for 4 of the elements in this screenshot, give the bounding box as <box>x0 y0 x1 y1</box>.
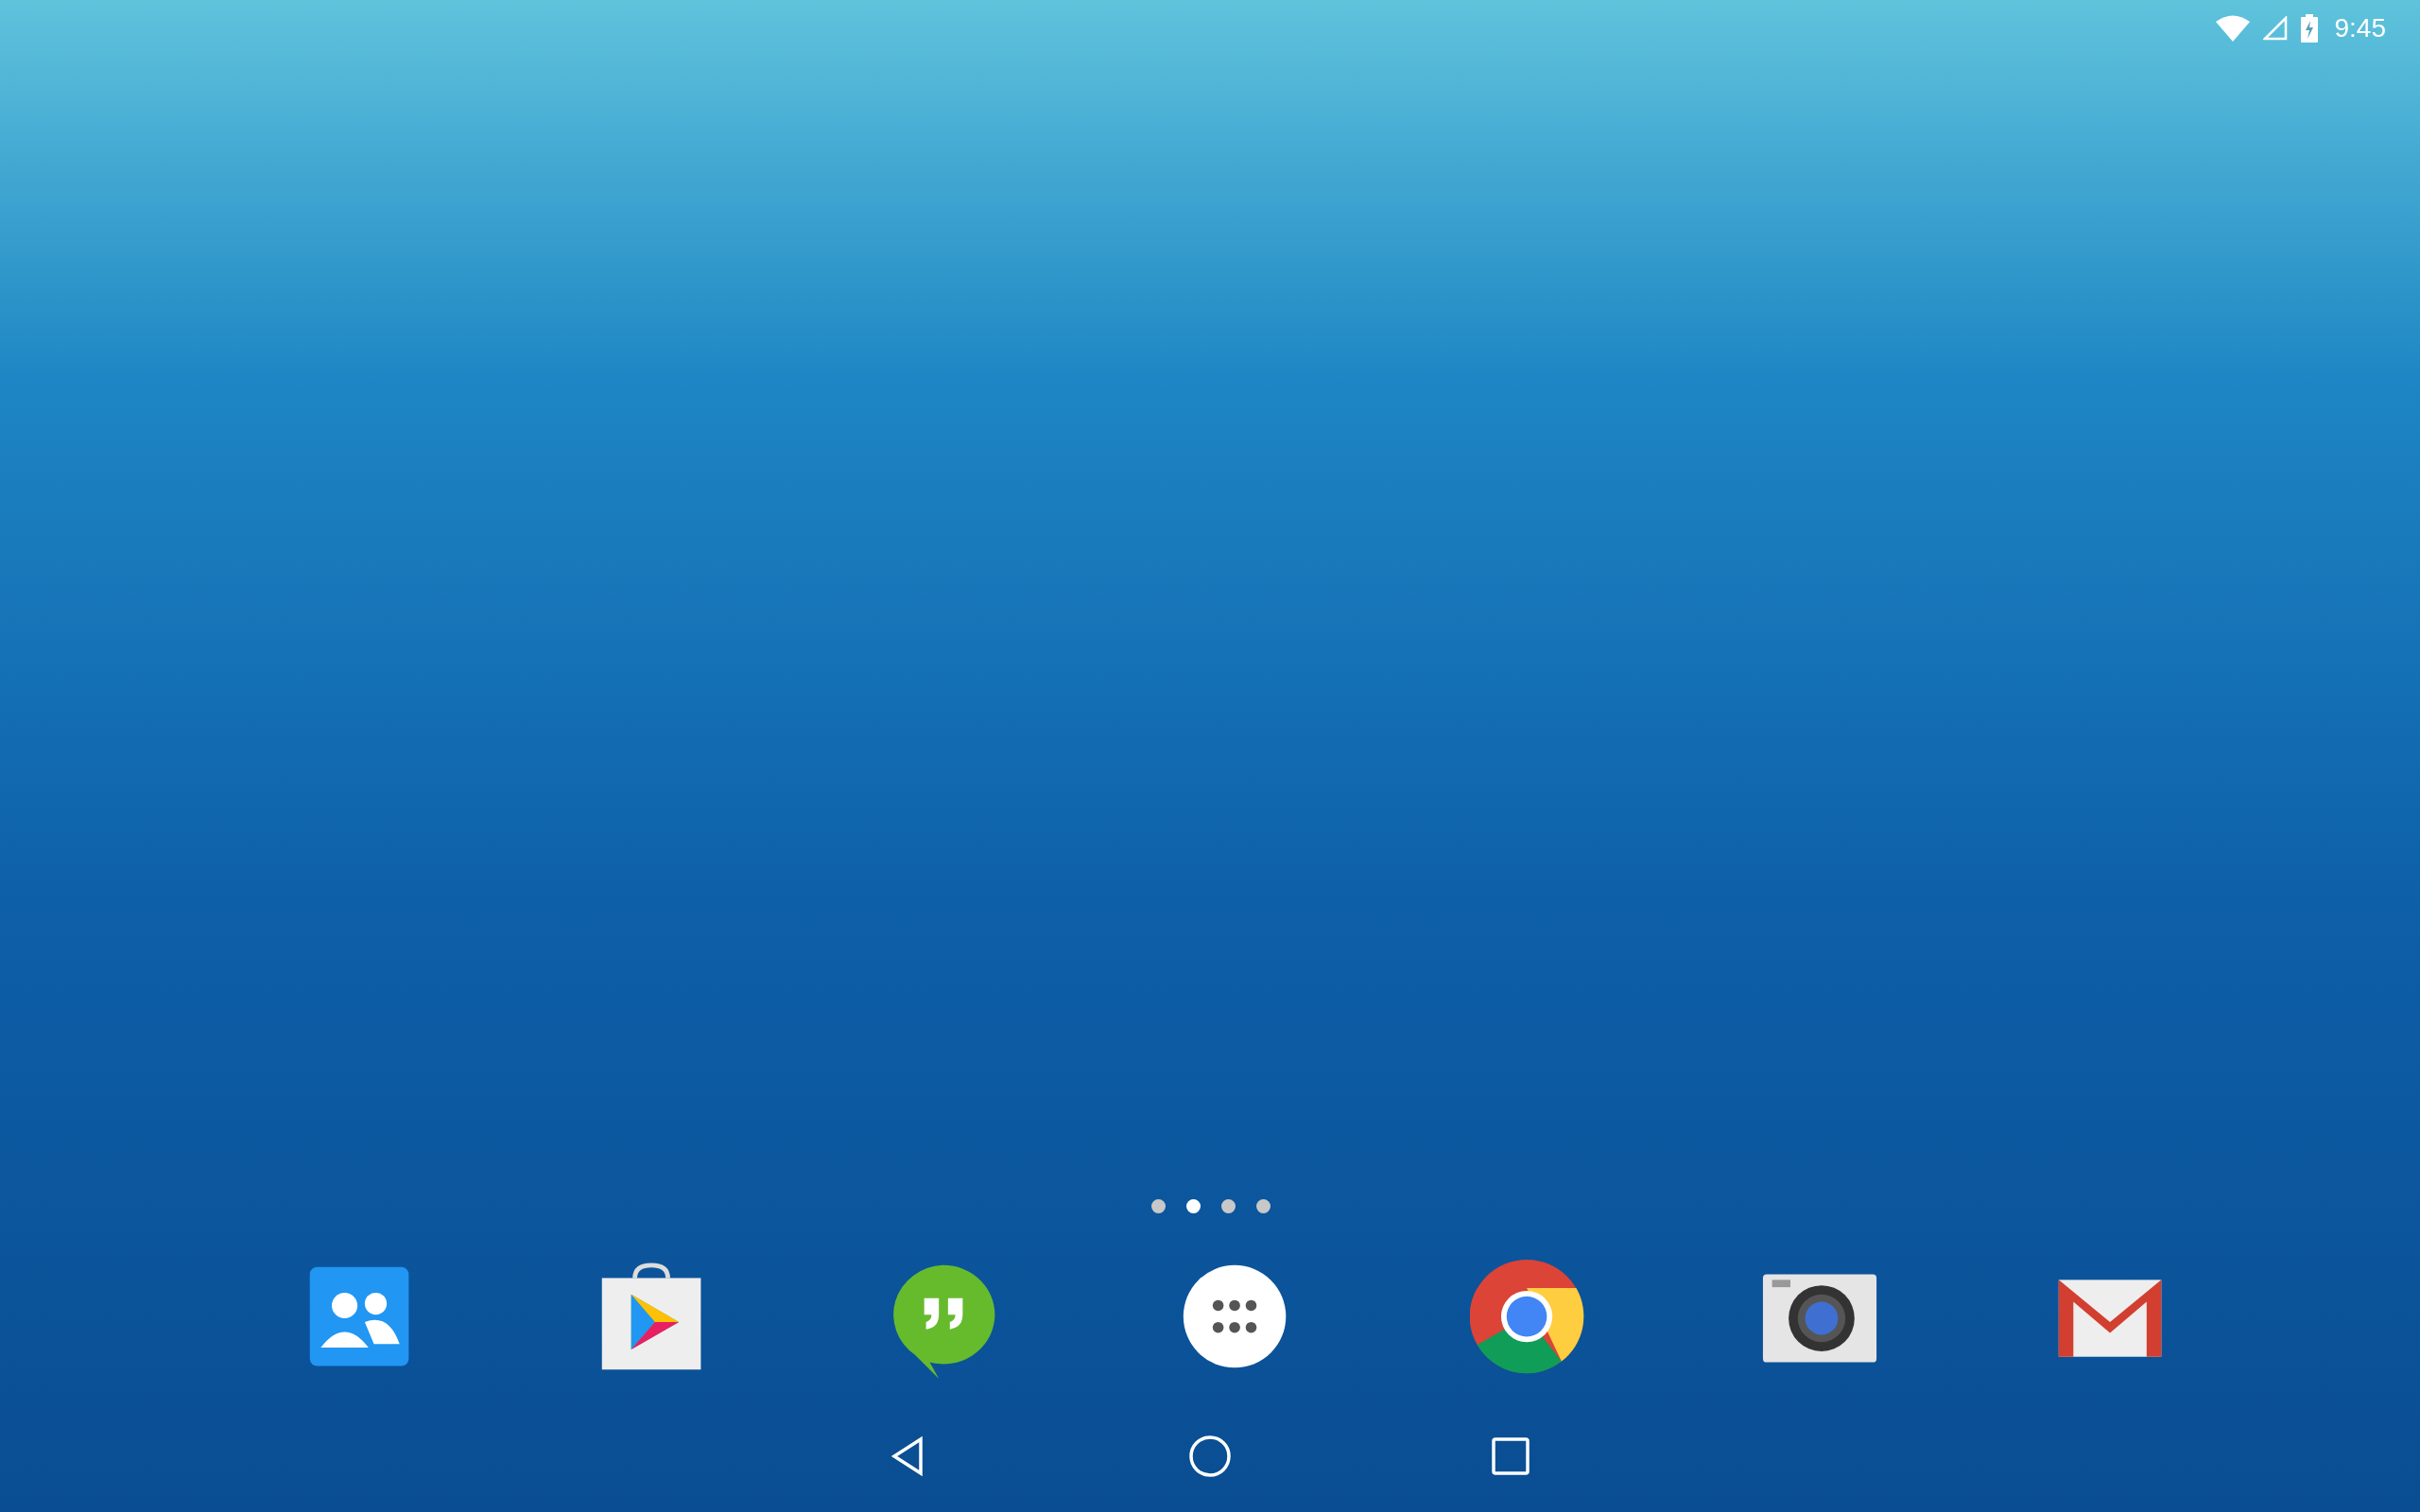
wifi-icon <box>2215 15 2250 42</box>
clock-time: 9:45 <box>2334 12 2386 44</box>
home-icon[interactable] <box>1187 1434 1233 1479</box>
signal-icon <box>2262 16 2288 41</box>
